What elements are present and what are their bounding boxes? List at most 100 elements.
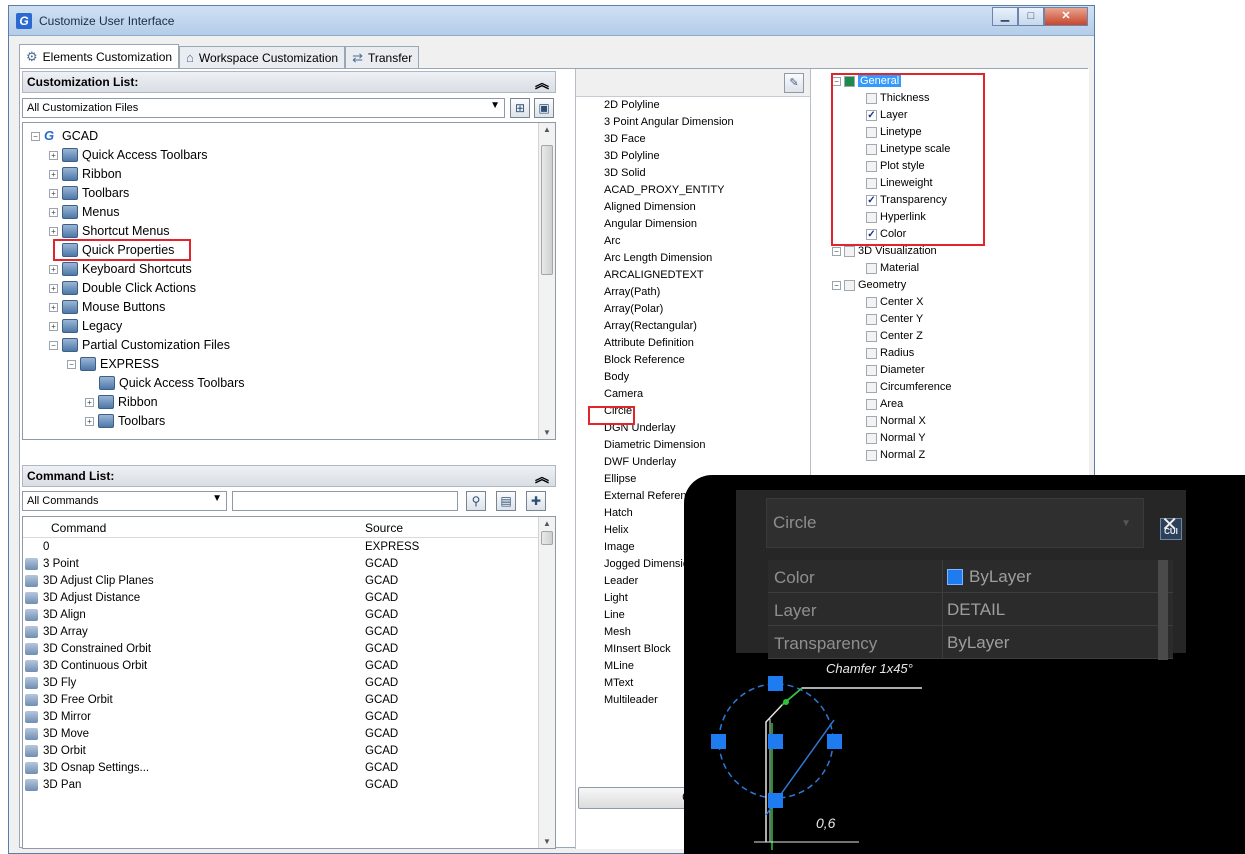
grip-top[interactable] <box>768 676 783 691</box>
table-row[interactable]: 3D Move GCAD <box>23 726 539 743</box>
scroll-down-icon[interactable]: ▼ <box>539 428 555 437</box>
table-row[interactable]: 3D Constrained Orbit GCAD <box>23 641 539 658</box>
list-item[interactable]: Multileader <box>604 694 658 706</box>
tree-node-express[interactable]: − EXPRESS <box>67 357 159 371</box>
list-item[interactable]: MInsert Block <box>604 643 671 655</box>
property-item[interactable]: Normal Z <box>866 449 925 461</box>
list-item[interactable]: 3D Polyline <box>604 150 660 162</box>
list-item[interactable]: Array(Rectangular) <box>604 320 697 332</box>
filter-icon[interactable]: ▤ <box>496 491 516 511</box>
group-checkbox[interactable] <box>844 245 855 257</box>
list-item[interactable]: Hatch <box>604 507 633 519</box>
property-item[interactable]: Normal Y <box>866 432 926 444</box>
list-item[interactable]: Array(Path) <box>604 286 660 298</box>
list-item[interactable]: Helix <box>604 524 628 536</box>
property-checkbox[interactable] <box>866 432 877 444</box>
scroll-up-icon[interactable]: ▲ <box>539 125 555 134</box>
tab-elements-customization[interactable]: ⚙ Elements Customization <box>19 44 180 68</box>
list-item[interactable]: Line <box>604 609 625 621</box>
tree-node-toolbars[interactable]: + Toolbars <box>49 186 129 200</box>
list-item[interactable]: Aligned Dimension <box>604 201 696 213</box>
property-item[interactable]: Center X <box>866 296 923 308</box>
table-row[interactable]: 3D Osnap Settings... GCAD <box>23 760 539 777</box>
table-row[interactable]: 3D Adjust Distance GCAD <box>23 590 539 607</box>
list-item[interactable]: Light <box>604 592 628 604</box>
minimize-button[interactable]: ▁ <box>992 7 1018 26</box>
table-row[interactable]: 3D Fly GCAD <box>23 675 539 692</box>
property-item[interactable]: Radius <box>866 347 914 359</box>
tree-node-express-quick-access-toolbars[interactable]: Quick Access Toolbars <box>99 376 245 390</box>
property-checkbox[interactable] <box>866 330 877 342</box>
open-file-button[interactable]: ⊞ <box>510 98 530 118</box>
maximize-button[interactable]: □ <box>1018 7 1044 26</box>
property-checkbox[interactable] <box>866 381 877 393</box>
edit-properties-icon[interactable]: ✎ <box>784 73 804 93</box>
list-item[interactable]: Angular Dimension <box>604 218 697 230</box>
list-item[interactable]: Arc <box>604 235 621 247</box>
property-item[interactable]: Center Y <box>866 313 923 325</box>
property-checkbox[interactable] <box>866 313 877 325</box>
new-command-icon[interactable]: ✚ <box>526 491 546 511</box>
table-row[interactable]: 3D Continuous Orbit GCAD <box>23 658 539 675</box>
scroll-thumb[interactable] <box>541 531 553 545</box>
collapse-icon[interactable]: ︽ <box>535 73 549 93</box>
table-row[interactable]: 3D Free Orbit GCAD <box>23 692 539 709</box>
tree-node-gcad[interactable]: − G GCAD <box>31 129 98 143</box>
list-item[interactable]: Camera <box>604 388 643 400</box>
list-item[interactable]: Diametric Dimension <box>604 439 705 451</box>
list-item[interactable]: Attribute Definition <box>604 337 694 349</box>
grip-left[interactable] <box>711 734 726 749</box>
scroll-down-icon[interactable]: ▼ <box>539 837 555 846</box>
tree-node-ribbon[interactable]: + Ribbon <box>49 167 122 181</box>
tree-node-partial-customization-files[interactable]: − Partial Customization Files <box>49 338 230 352</box>
command-scrollbar[interactable]: ▲ ▼ <box>538 517 555 848</box>
grip-bottom[interactable] <box>768 793 783 808</box>
collapse-toggle-icon[interactable]: − <box>832 246 841 256</box>
collapse-toggle-icon[interactable]: − <box>832 280 841 290</box>
expand-toggle-icon[interactable]: + <box>85 416 94 426</box>
list-item[interactable]: ACAD_PROXY_ENTITY <box>604 184 724 196</box>
list-item[interactable]: Mesh <box>604 626 631 638</box>
list-item[interactable]: Block Reference <box>604 354 685 366</box>
property-checkbox[interactable] <box>866 262 877 274</box>
table-row[interactable]: 0 EXPRESS <box>23 539 539 556</box>
property-group-visualization[interactable]: − 3D Visualization <box>832 245 937 257</box>
list-item[interactable]: Body <box>604 371 629 383</box>
command-filter-combo[interactable]: All Commands ▼ <box>22 491 227 511</box>
expand-toggle-icon[interactable]: + <box>49 150 58 160</box>
tree-node-express-toolbars[interactable]: + Toolbars <box>85 414 165 428</box>
list-item[interactable]: ARCALIGNEDTEXT <box>604 269 704 281</box>
collapse-toggle-icon[interactable]: − <box>67 359 76 369</box>
expand-toggle-icon[interactable]: + <box>49 207 58 217</box>
column-header-source[interactable]: Source <box>365 521 403 535</box>
tree-node-menus[interactable]: + Menus <box>49 205 120 219</box>
list-item[interactable]: Ellipse <box>604 473 636 485</box>
grip-center[interactable] <box>768 734 783 749</box>
scroll-up-icon[interactable]: ▲ <box>539 519 555 528</box>
list-item[interactable]: Jogged Dimension <box>604 558 695 570</box>
tree-node-express-ribbon[interactable]: + Ribbon <box>85 395 158 409</box>
save-button[interactable]: ▣ <box>534 98 554 118</box>
collapse-toggle-icon[interactable]: − <box>31 131 40 141</box>
list-item[interactable]: 3D Face <box>604 133 646 145</box>
close-button[interactable]: ✕ <box>1044 7 1088 26</box>
table-row[interactable]: 3D Align GCAD <box>23 607 539 624</box>
list-item[interactable]: Arc Length Dimension <box>604 252 712 264</box>
tree-node-keyboard-shortcuts[interactable]: + Keyboard Shortcuts <box>49 262 192 276</box>
list-item[interactable]: 2D Polyline <box>604 99 660 111</box>
expand-toggle-icon[interactable]: + <box>85 397 94 407</box>
list-item[interactable]: MText <box>604 677 633 689</box>
property-item[interactable]: Circumference <box>866 381 952 393</box>
property-checkbox[interactable] <box>866 296 877 308</box>
tab-workspace-customization[interactable]: ⌂ Workspace Customization <box>179 46 346 68</box>
table-row[interactable]: 3D Orbit GCAD <box>23 743 539 760</box>
expand-toggle-icon[interactable]: + <box>49 226 58 236</box>
list-item[interactable]: Array(Polar) <box>604 303 663 315</box>
list-item[interactable]: DWF Underlay <box>604 456 676 468</box>
list-item[interactable]: Leader <box>604 575 638 587</box>
column-header-command[interactable]: Command <box>51 521 106 535</box>
property-group-geometry[interactable]: − Geometry <box>832 279 906 291</box>
expand-toggle-icon[interactable]: + <box>49 188 58 198</box>
property-checkbox[interactable] <box>866 398 877 410</box>
collapse-icon[interactable]: ︽ <box>535 467 549 487</box>
